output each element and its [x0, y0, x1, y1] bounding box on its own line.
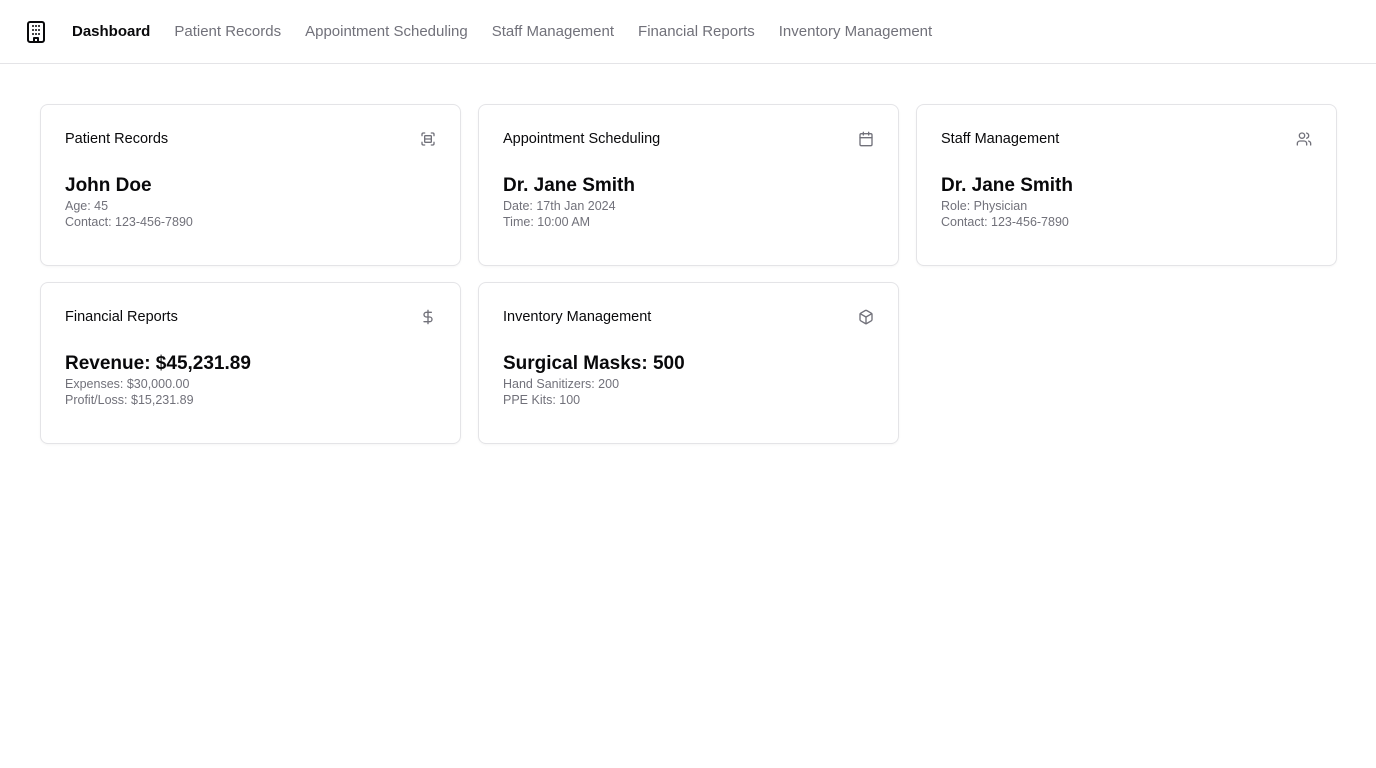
main-nav: Dashboard Patient Records Appointment Sc… [72, 23, 932, 40]
ppe-kits-count: PPE Kits: 100 [503, 393, 581, 407]
card-grid: Patient Records John Doe Age: 45 Contact… [40, 104, 1337, 444]
dollar-sign-icon [420, 309, 436, 325]
users-icon [1296, 131, 1312, 147]
nav-dashboard[interactable]: Dashboard [72, 23, 150, 40]
inventory-management-card: Inventory Management Surgical Masks: 500… [478, 282, 899, 444]
appointment-time: Time: 10:00 AM [503, 215, 591, 229]
card-title: Patient Records [65, 131, 169, 147]
nav-inventory-management[interactable]: Inventory Management [779, 23, 932, 40]
dashboard-content: Patient Records John Doe Age: 45 Contact… [0, 64, 1376, 484]
hospital-building-icon[interactable] [26, 20, 46, 44]
financial-reports-card: Financial Reports Revenue: $45,231.89 Ex… [40, 282, 461, 444]
staff-role: Role: Physician [941, 199, 1028, 213]
box-icon [858, 309, 874, 325]
patient-age: Age: 45 [65, 199, 109, 213]
expenses-value: Expenses: $30,000.00 [65, 377, 190, 391]
card-title: Financial Reports [65, 309, 178, 325]
patient-contact: Contact: 123-456-7890 [65, 215, 193, 229]
appointment-date: Date: 17th Jan 2024 [503, 199, 616, 213]
card-title: Staff Management [941, 131, 1060, 147]
hand-sanitizers-count: Hand Sanitizers: 200 [503, 377, 620, 391]
doctor-name: Dr. Jane Smith [503, 175, 635, 196]
revenue-value: Revenue: $45,231.89 [65, 353, 251, 374]
appointment-scheduling-card: Appointment Scheduling Dr. Jane Smith Da… [478, 104, 899, 266]
top-navigation: Dashboard Patient Records Appointment Sc… [0, 0, 1376, 64]
profit-loss-value: Profit/Loss: $15,231.89 [65, 393, 194, 407]
patient-name: John Doe [65, 175, 152, 196]
card-title: Inventory Management [503, 309, 652, 325]
staff-management-card: Staff Management Dr. Jane Smith Role: Ph… [916, 104, 1337, 266]
patient-records-card: Patient Records John Doe Age: 45 Contact… [40, 104, 461, 266]
staff-contact: Contact: 123-456-7890 [941, 215, 1069, 229]
card-title: Appointment Scheduling [503, 131, 661, 147]
nav-staff-management[interactable]: Staff Management [492, 23, 614, 40]
staff-name: Dr. Jane Smith [941, 175, 1073, 196]
nav-patient-records[interactable]: Patient Records [174, 23, 281, 40]
surgical-masks-count: Surgical Masks: 500 [503, 353, 685, 374]
nav-financial-reports[interactable]: Financial Reports [638, 23, 755, 40]
scan-face-icon [420, 131, 436, 147]
calendar-icon [858, 131, 874, 147]
nav-appointment-scheduling[interactable]: Appointment Scheduling [305, 23, 468, 40]
